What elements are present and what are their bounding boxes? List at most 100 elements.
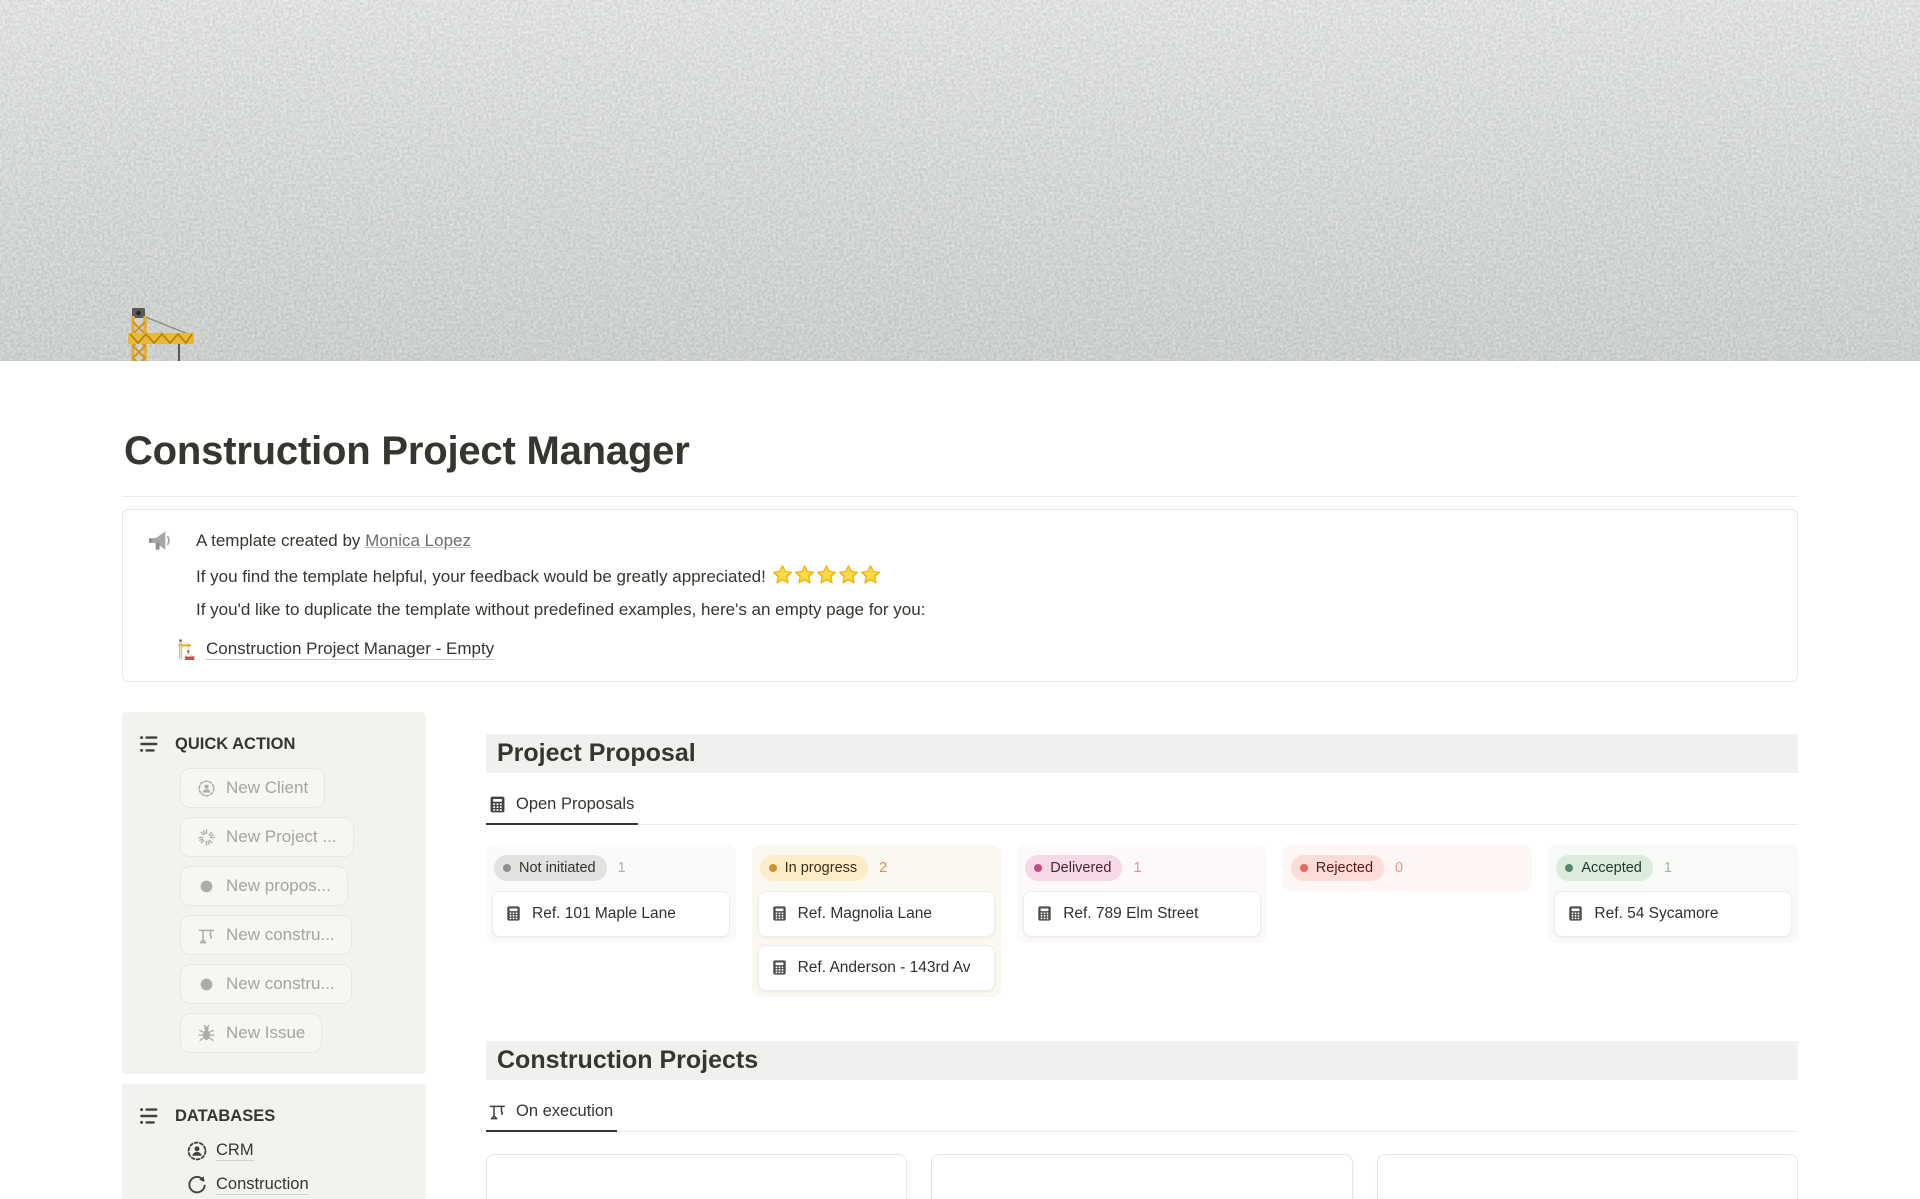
solid-circle-icon — [197, 877, 216, 896]
status-label: Delivered — [1050, 860, 1111, 876]
status-dot-icon — [769, 864, 777, 872]
db-item-label: Construction — [216, 1175, 309, 1195]
card-title: Ref. Anderson - 143rd Av — [798, 957, 971, 979]
tab-label: Open Proposals — [516, 795, 634, 814]
solid-circle-icon — [197, 975, 216, 994]
calculator-icon — [1567, 905, 1584, 922]
cycle-icon — [186, 1174, 208, 1196]
crane-outline-icon — [197, 926, 216, 945]
gallery-card[interactable] — [486, 1154, 907, 1199]
megaphone-icon — [147, 528, 174, 555]
column-count: 2 — [879, 860, 887, 876]
empty-page-link-row[interactable]: Construction Project Manager - Empty — [177, 638, 1777, 661]
proposal-tabs: Open Proposals — [486, 789, 1798, 825]
five-stars-icon — [772, 564, 881, 585]
board-column-delivered: Delivered 1 Ref. 789 Elm Street — [1017, 845, 1267, 943]
card-title: Ref. 101 Maple Lane — [532, 903, 676, 925]
button-label: New propos... — [226, 876, 331, 896]
status-label: Rejected — [1316, 860, 1373, 876]
sidebar: QUICK ACTION New Client New Project ... … — [122, 712, 426, 1199]
new-construction-button-2[interactable]: New constru... — [180, 964, 352, 1004]
status-label: Not initiated — [519, 860, 596, 876]
column-count: 0 — [1395, 860, 1403, 876]
quick-action-panel: QUICK ACTION New Client New Project ... … — [122, 712, 426, 1074]
button-label: New Client — [226, 778, 308, 798]
gallery-card[interactable] — [931, 1154, 1352, 1199]
author-link[interactable]: Monica Lopez — [365, 531, 471, 550]
burst-icon — [197, 828, 216, 847]
button-label: New Issue — [226, 1023, 305, 1043]
status-label: Accepted — [1581, 860, 1641, 876]
divider — [122, 496, 1798, 497]
status-dot-icon — [1034, 864, 1042, 872]
db-item-label: CRM — [216, 1141, 254, 1161]
construction-projects-heading-band: Construction Projects — [486, 1041, 1798, 1080]
construction-gallery — [486, 1154, 1798, 1199]
status-dot-icon — [1300, 864, 1308, 872]
bug-icon — [197, 1024, 216, 1043]
board-column-accepted: Accepted 1 Ref. 54 Sycamore — [1548, 845, 1798, 943]
crane-icon — [177, 638, 198, 661]
list-icon — [138, 1104, 162, 1128]
tab-on-execution[interactable]: On execution — [486, 1096, 617, 1132]
calculator-icon — [505, 905, 522, 922]
page-title: Construction Project Manager — [124, 429, 1798, 474]
card-title: Ref. 54 Sycamore — [1594, 903, 1718, 925]
tab-open-proposals[interactable]: Open Proposals — [486, 789, 638, 825]
new-client-button[interactable]: New Client — [180, 768, 325, 808]
stucco-texture — [0, 0, 1920, 361]
card-title: Ref. Magnolia Lane — [798, 903, 932, 925]
proposal-card[interactable]: Ref. 789 Elm Street — [1023, 891, 1261, 937]
new-project-button[interactable]: New Project ... — [180, 817, 354, 857]
list-icon — [138, 732, 162, 756]
proposal-kanban-board: Not initiated 1 Ref. 101 Maple Lane In p… — [486, 845, 1798, 997]
databases-panel: DATABASES CRM Construction — [122, 1084, 426, 1199]
new-issue-button[interactable]: New Issue — [180, 1013, 322, 1053]
column-count: 1 — [1133, 860, 1141, 876]
proposal-card[interactable]: Ref. 101 Maple Lane — [492, 891, 730, 937]
proposal-card[interactable]: Ref. Magnolia Lane — [758, 891, 996, 937]
button-label: New Project ... — [226, 827, 337, 847]
status-badge[interactable]: In progress — [760, 855, 869, 881]
calculator-icon — [771, 905, 788, 922]
crane-outline-icon — [488, 1102, 507, 1121]
created-by-line: A template created by Monica Lopez — [196, 529, 471, 553]
status-badge[interactable]: Rejected — [1291, 855, 1384, 881]
template-callout: A template created by Monica Lopez If yo… — [122, 509, 1798, 682]
status-badge[interactable]: Delivered — [1025, 855, 1122, 881]
new-construction-button[interactable]: New constru... — [180, 915, 352, 955]
gallery-card[interactable] — [1377, 1154, 1798, 1199]
quick-action-title: QUICK ACTION — [175, 735, 295, 754]
created-by-text: A template created by — [196, 531, 365, 550]
column-count: 1 — [618, 860, 626, 876]
calculator-icon — [488, 795, 507, 814]
status-dot-icon — [503, 864, 511, 872]
duplicate-text: If you'd like to duplicate the template … — [196, 598, 925, 622]
sidebar-item-construction[interactable]: Construction — [186, 1174, 410, 1196]
status-badge[interactable]: Not initiated — [494, 855, 607, 881]
board-column-not-initiated: Not initiated 1 Ref. 101 Maple Lane — [486, 845, 736, 943]
feedback-line: If you find the template helpful, your f… — [196, 564, 881, 589]
person-dashed-circle-icon — [186, 1140, 208, 1162]
proposal-card[interactable]: Ref. Anderson - 143rd Av — [758, 945, 996, 991]
status-badge[interactable]: Accepted — [1556, 855, 1652, 881]
calculator-icon — [1036, 905, 1053, 922]
proposal-card[interactable]: Ref. 54 Sycamore — [1554, 891, 1792, 937]
feedback-text: If you find the template helpful, your f… — [196, 567, 766, 586]
empty-page-link[interactable]: Construction Project Manager - Empty — [206, 639, 494, 660]
column-count: 1 — [1664, 860, 1672, 876]
section-heading: Project Proposal — [497, 739, 696, 768]
card-title: Ref. 789 Elm Street — [1063, 903, 1198, 925]
new-proposal-button[interactable]: New propos... — [180, 866, 348, 906]
board-column-rejected: Rejected 0 — [1283, 845, 1533, 891]
sidebar-item-crm[interactable]: CRM — [186, 1140, 410, 1162]
page-icon-construction-crane[interactable] — [122, 300, 228, 361]
databases-title: DATABASES — [175, 1107, 275, 1126]
board-column-in-progress: In progress 2 Ref. Magnolia Lane Ref. An… — [752, 845, 1002, 997]
main-content: Project Proposal Open Proposals Not init… — [486, 712, 1798, 1199]
calculator-icon — [771, 959, 788, 976]
button-label: New constru... — [226, 925, 335, 945]
section-heading: Construction Projects — [497, 1046, 758, 1075]
cover-image — [0, 0, 1920, 361]
tab-label: On execution — [516, 1102, 613, 1121]
